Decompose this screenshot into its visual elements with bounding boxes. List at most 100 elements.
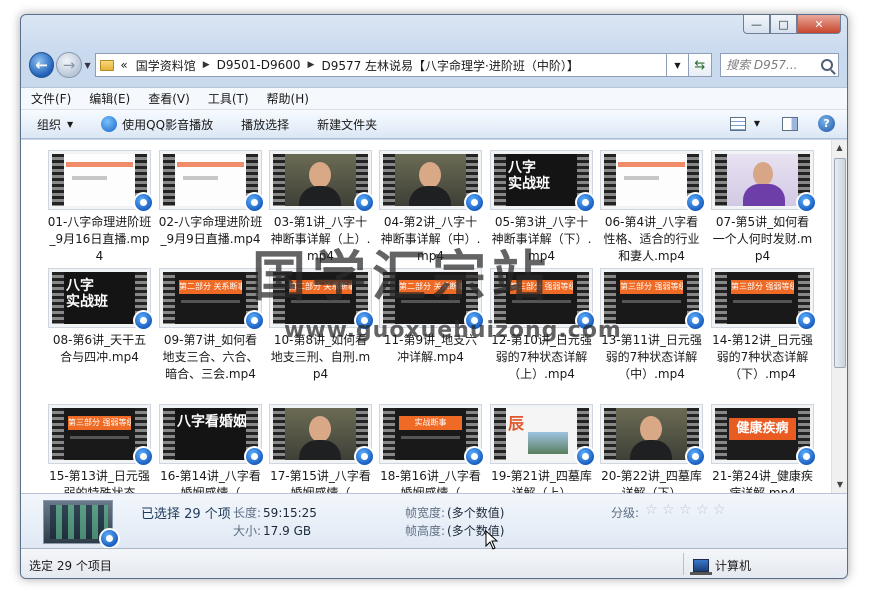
qq-player-icon xyxy=(244,310,265,331)
refresh-button[interactable]: ⇆ xyxy=(688,53,713,77)
qq-player-icon xyxy=(133,310,154,331)
file-item[interactable]: 04-第2讲_八字十神断事详解（中）.mp4 xyxy=(378,150,485,265)
help-icon[interactable]: ? xyxy=(818,115,835,132)
file-item[interactable]: 17-第15讲_八字看婚姻感情（ xyxy=(268,404,375,493)
play-with-qq-button[interactable]: 使用QQ影音播放 xyxy=(101,116,213,133)
file-item[interactable]: 八字 实战班 08-第6讲_天干五合与四冲.mp4 xyxy=(47,268,154,366)
minimize-button[interactable]: — xyxy=(743,15,770,34)
film-strip-icon xyxy=(715,272,727,324)
file-name: 11-第9讲_地支六冲详解.mp4 xyxy=(383,333,478,364)
file-item[interactable]: 07-第5讲_如何看一个人何时发财.mp4 xyxy=(710,150,817,265)
file-item[interactable]: 第二部分 关系断事 10-第8讲_如何看地支三刑、自刑.mp4 xyxy=(268,268,375,383)
file-item[interactable]: 第三部分 强弱等级 12-第10讲_日元强弱的7种状态详解（上）.mp4 xyxy=(489,268,596,383)
breadcrumb-1[interactable]: D9501-D9600 xyxy=(217,58,301,72)
star-icon[interactable]: ☆ xyxy=(645,503,659,517)
close-button[interactable]: ✕ xyxy=(797,15,841,34)
address-lead[interactable]: « xyxy=(120,58,127,72)
maximize-button[interactable]: □ xyxy=(770,15,797,34)
thumbnail-text: 辰 xyxy=(508,414,525,433)
file-item[interactable]: 辰 19-第21讲_四墓库详解（上） xyxy=(489,404,596,493)
film-strip-icon xyxy=(604,272,616,324)
breadcrumb-0[interactable]: 国学资料馆 xyxy=(136,57,196,74)
file-item[interactable]: 第二部分 关系断事 11-第9讲_地支六冲详解.mp4 xyxy=(378,268,485,366)
organize-label: 组织 xyxy=(37,117,62,132)
file-name: 04-第2讲_八字十神断事详解（中）.mp4 xyxy=(380,215,481,263)
chevron-right-icon[interactable]: ▶ xyxy=(308,60,315,70)
file-item[interactable]: 第三部分 强弱等级 14-第12讲_日元强弱的7种状态详解（下）.mp4 xyxy=(710,268,817,383)
file-item[interactable]: 20-第22讲_四墓库详解（下） xyxy=(599,404,706,493)
breadcrumb-2[interactable]: D9577 左林说易【八字命理学·进阶班（中阶）】 xyxy=(321,57,578,74)
video-thumbnail: 第三部分 强弱等级 xyxy=(490,268,596,331)
thumbnail-text: 第二部分 关系断事 xyxy=(289,280,352,294)
play-selection-button[interactable]: 播放选择 xyxy=(241,116,289,133)
qq-player-icon xyxy=(354,192,375,213)
file-item[interactable]: 健康疾病 21-第24讲_健康疾病详解.mp4 xyxy=(710,404,817,493)
search-box[interactable] xyxy=(720,53,840,77)
star-icon[interactable]: ☆ xyxy=(679,503,693,517)
video-thumbnail xyxy=(269,404,375,467)
file-item[interactable]: 第三部分 强弱等级 13-第11讲_日元强弱的7种状态详解（中）.mp4 xyxy=(599,268,706,383)
file-item[interactable]: 实战断事 18-第16讲_八字看婚姻感情（ xyxy=(378,404,485,493)
file-item[interactable]: 第二部分 关系断事 09-第7讲_如何看地支三合、六合、暗合、三会.mp4 xyxy=(158,268,265,383)
recent-pages-dropdown[interactable]: ▼ xyxy=(82,61,94,70)
file-item[interactable]: 八字看婚姻感情16-第14讲_八字看婚姻感情（ xyxy=(158,404,265,493)
size-value: 17.9 GB xyxy=(263,524,312,538)
film-strip-icon xyxy=(273,154,285,206)
video-thumbnail: 八字 实战班 xyxy=(490,150,596,213)
address-bar[interactable]: « 国学资料馆 ▶ D9501-D9600 ▶ D9577 左林说易【八字命理学… xyxy=(95,53,668,77)
view-dropdown-icon[interactable]: ▼ xyxy=(754,119,760,128)
back-button[interactable]: ← xyxy=(29,52,55,78)
file-name: 14-第12讲_日元强弱的7种状态详解（下）.mp4 xyxy=(712,333,813,381)
qq-player-icon xyxy=(796,310,817,331)
thumbnail-text: 第三部分 强弱等级 xyxy=(68,416,131,430)
star-icon[interactable]: ☆ xyxy=(696,503,710,517)
file-item[interactable]: 八字 实战班 05-第3讲_八字十神断事详解（下）.mp4 xyxy=(489,150,596,265)
scroll-down-icon[interactable]: ▼ xyxy=(832,477,847,493)
refresh-icon: ⇆ xyxy=(694,57,706,73)
file-item[interactable]: 01-八字命理进阶班_9月16日直播.mp4 xyxy=(47,150,154,265)
vertical-scrollbar[interactable]: ▲ ▼ xyxy=(831,140,847,493)
view-options-icon[interactable] xyxy=(729,116,746,131)
qq-player-icon xyxy=(685,446,706,467)
search-input[interactable] xyxy=(726,58,811,72)
film-strip-icon xyxy=(273,408,285,460)
file-item[interactable]: 06-第4讲_八字看性格、适合的行业和妻人.mp4 xyxy=(599,150,706,265)
file-item[interactable]: 02-八字命理进阶班_9月9日直播.mp4 xyxy=(158,150,265,248)
scrollbar-thumb[interactable] xyxy=(834,158,846,368)
qq-player-icon xyxy=(575,310,596,331)
rating-stars[interactable]: ☆ ☆ ☆ ☆ ☆ xyxy=(645,503,730,517)
menu-tools[interactable]: 工具(T) xyxy=(208,90,249,107)
file-item[interactable]: 03-第1讲_八字十神断事详解（上）.mp4 xyxy=(268,150,375,265)
new-folder-button[interactable]: 新建文件夹 xyxy=(317,116,377,133)
film-strip-icon xyxy=(715,408,727,460)
chevron-right-icon[interactable]: ▶ xyxy=(203,60,210,70)
star-icon[interactable]: ☆ xyxy=(713,503,727,517)
forward-button[interactable]: → xyxy=(56,52,82,78)
search-icon[interactable] xyxy=(821,59,834,71)
video-thumbnail: 第三部分 强弱等级 xyxy=(600,268,706,331)
star-icon[interactable]: ☆ xyxy=(662,503,676,517)
menu-edit[interactable]: 编辑(E) xyxy=(89,90,130,107)
qq-player-icon xyxy=(796,446,817,467)
menu-file[interactable]: 文件(F) xyxy=(31,90,71,107)
menu-help[interactable]: 帮助(H) xyxy=(267,90,309,107)
menu-view[interactable]: 查看(V) xyxy=(148,90,190,107)
scroll-up-icon[interactable]: ▲ xyxy=(832,140,847,156)
file-item[interactable]: 第三部分 强弱等级 15-第13讲_日元强弱的特殊状态 xyxy=(47,404,154,493)
thumbnail-text: 健康疾病 xyxy=(729,418,796,440)
address-dropdown[interactable]: ▼ xyxy=(667,53,689,77)
arrow-right-icon: → xyxy=(62,56,76,74)
video-thumbnail: 第三部分 强弱等级 xyxy=(48,404,154,467)
organize-button[interactable]: 组织 ▼ xyxy=(37,116,73,133)
video-thumbnail xyxy=(711,150,817,213)
preview-pane-icon[interactable] xyxy=(782,116,798,131)
video-thumbnail xyxy=(600,404,706,467)
qq-player-icon xyxy=(354,310,375,331)
arrow-left-icon: ← xyxy=(35,56,48,74)
selection-thumbnail xyxy=(43,500,120,549)
explorer-window: — □ ✕ ← → ▼ « 国学资料馆 ▶ D9501-D9600 ▶ D957… xyxy=(20,14,848,579)
command-bar-right: ▼ ? xyxy=(729,115,835,132)
film-strip-icon xyxy=(163,154,175,206)
file-name: 01-八字命理进阶班_9月16日直播.mp4 xyxy=(47,215,152,263)
file-name: 09-第7讲_如何看地支三合、六合、暗合、三会.mp4 xyxy=(162,333,259,381)
